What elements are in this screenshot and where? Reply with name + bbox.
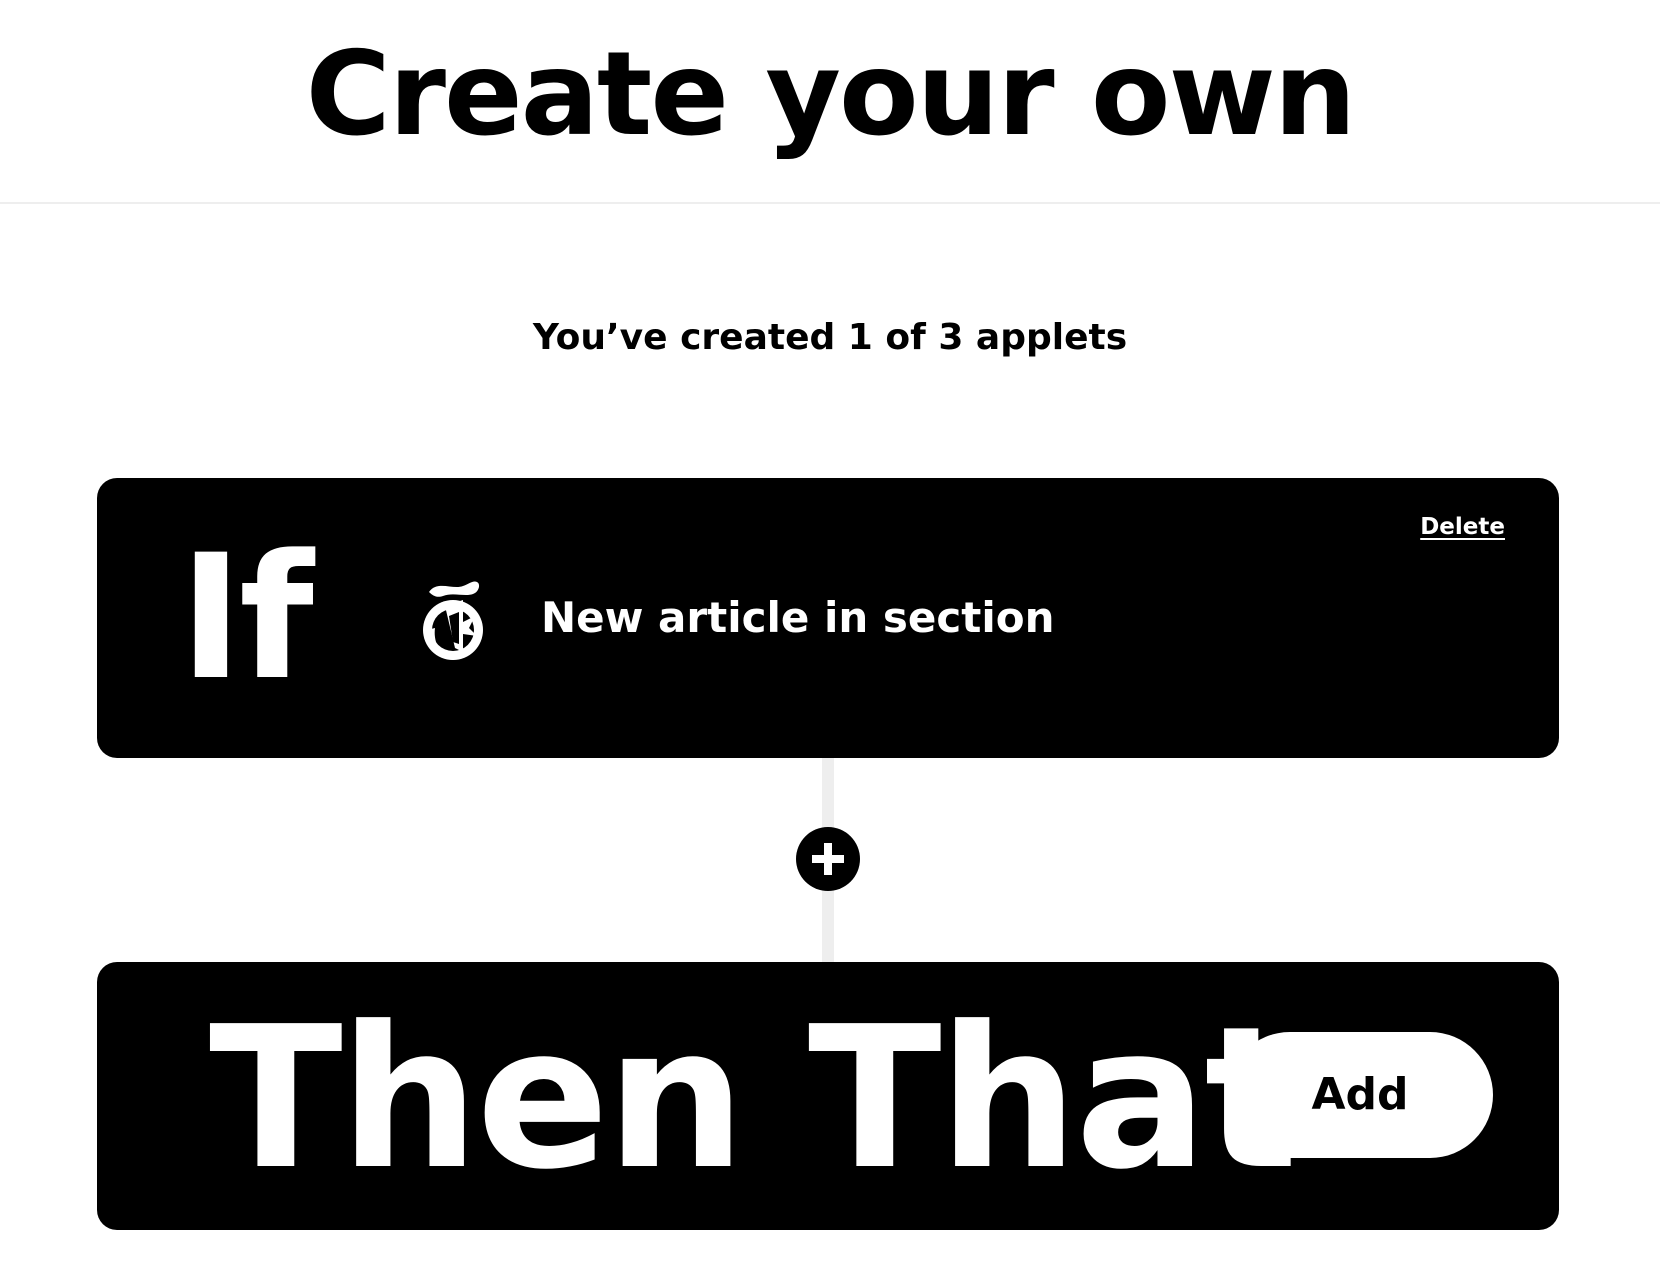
delete-trigger-link[interactable]: Delete (1420, 514, 1505, 540)
add-step-button[interactable] (796, 827, 860, 891)
if-this-card: If New article in section Delete (97, 478, 1559, 758)
add-action-button[interactable]: Add (1227, 1032, 1493, 1158)
plus-icon (812, 843, 844, 875)
create-applet-page: Create your own You’ve created 1 of 3 ap… (0, 0, 1660, 1276)
page-header: Create your own (0, 0, 1660, 204)
then-that-keyword: Then That (209, 985, 1298, 1213)
nytimes-logo-icon (419, 570, 487, 666)
trigger-label[interactable]: New article in section (541, 588, 1055, 648)
page-title: Create your own (305, 27, 1357, 162)
then-that-card: Then That Add (97, 962, 1559, 1230)
applet-count-text: You’ve created 1 of 3 applets (532, 317, 1128, 358)
if-keyword: If (179, 517, 314, 718)
